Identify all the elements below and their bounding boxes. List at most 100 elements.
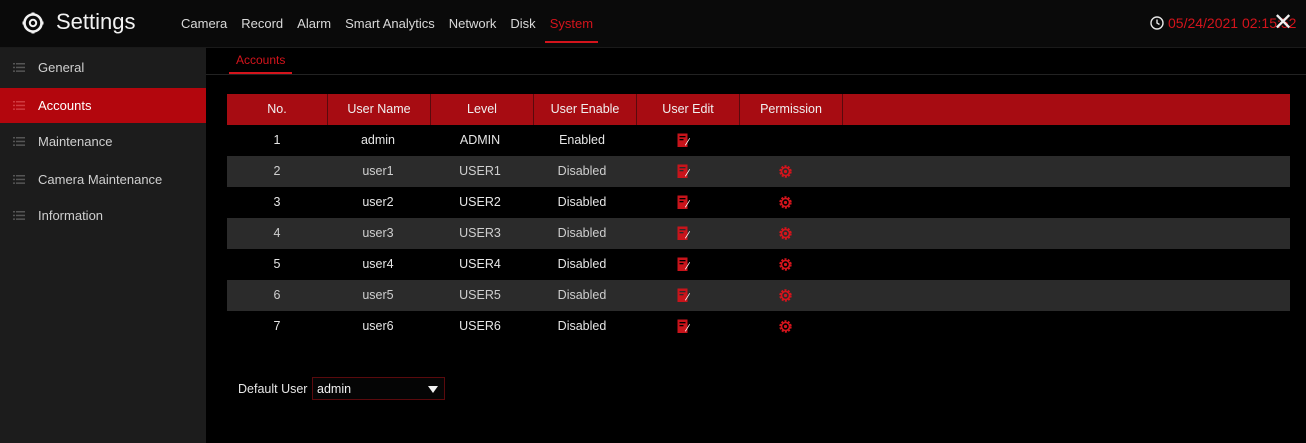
cell-permission (735, 187, 837, 218)
tab-network[interactable]: Network (442, 0, 504, 47)
subtab-bar: Accounts (206, 48, 1306, 75)
sidebar-item-label: Maintenance (38, 134, 113, 149)
cell-user-name: admin (360, 133, 396, 147)
cell-no: 5 (273, 257, 281, 271)
cell-user-name: user1 (362, 164, 394, 178)
top-bar: Settings Camera Record Alarm Smart Analy… (0, 0, 1306, 48)
edit-icon[interactable] (677, 257, 690, 272)
gear-icon[interactable] (778, 319, 793, 334)
cell-level: USER2 (459, 195, 501, 209)
column-header-user-name: User Name (328, 94, 431, 125)
column-header-level: Level (431, 94, 534, 125)
cell-user-name: user4 (362, 257, 394, 271)
sidebar-item-accounts[interactable]: Accounts (0, 88, 206, 123)
cell-user-edit (633, 156, 735, 187)
sidebar-item-label: Information (38, 208, 104, 223)
cell-permission (735, 249, 837, 280)
cell-user-edit (633, 187, 735, 218)
accounts-table: No. User Name Level User Enable User Edi… (227, 94, 1290, 342)
cell-user-edit (633, 280, 735, 311)
clock-icon (1150, 16, 1164, 30)
cell-level: USER6 (459, 319, 501, 333)
tab-smart-analytics[interactable]: Smart Analytics (338, 0, 442, 47)
table-row[interactable]: 6 user5 USER5 Disabled (227, 280, 1290, 311)
table-row[interactable]: 3 user2 USER2 Disabled (227, 187, 1290, 218)
column-header-filler (843, 94, 1290, 125)
cell-no: 3 (273, 195, 281, 209)
subtab-accounts[interactable]: Accounts (229, 48, 293, 74)
tab-disk[interactable]: Disk (503, 0, 542, 47)
edit-icon[interactable] (677, 164, 690, 179)
cell-permission (735, 156, 837, 187)
dropdown-arrow-icon (428, 386, 438, 393)
edit-icon[interactable] (677, 195, 690, 210)
sidebar: General Accounts Maintenance Camera Main… (0, 48, 206, 443)
cell-no: 6 (273, 288, 281, 302)
settings-gear-icon (22, 12, 44, 34)
cell-level: USER4 (459, 257, 501, 271)
cell-no: 1 (273, 133, 281, 147)
sidebar-item-label: General (38, 60, 85, 75)
cell-user-enable: Disabled (557, 319, 607, 333)
cell-user-name: user6 (362, 319, 394, 333)
cell-level: USER1 (459, 164, 501, 178)
sidebar-item-general[interactable]: General (0, 50, 206, 85)
cell-user-edit (633, 311, 735, 342)
cell-level: USER3 (459, 226, 501, 240)
table-row[interactable]: 4 user3 USER3 Disabled (227, 218, 1290, 249)
gear-icon[interactable] (778, 195, 793, 210)
list-icon (13, 137, 25, 146)
gear-icon[interactable] (778, 288, 793, 303)
edit-icon[interactable] (677, 133, 690, 148)
cell-user-enable: Disabled (557, 164, 607, 178)
edit-icon[interactable] (677, 226, 690, 241)
tab-system[interactable]: System (543, 0, 600, 47)
list-icon (13, 63, 25, 72)
cell-no: 2 (273, 164, 281, 178)
column-header-user-enable: User Enable (534, 94, 637, 125)
list-icon (13, 211, 25, 220)
cell-user-enable: Disabled (557, 257, 607, 271)
sidebar-item-label: Camera Maintenance (38, 172, 163, 187)
cell-user-name: user3 (362, 226, 394, 240)
column-header-user-edit: User Edit (637, 94, 740, 125)
cell-permission (735, 125, 837, 156)
table-row[interactable]: 2 user1 USER1 Disabled (227, 156, 1290, 187)
main-nav: Camera Record Alarm Smart Analytics Netw… (174, 0, 600, 47)
table-row[interactable]: 7 user6 USER6 Disabled (227, 311, 1290, 342)
cell-no: 7 (273, 319, 281, 333)
app-title: Settings (56, 9, 136, 34)
sidebar-item-camera-maintenance[interactable]: Camera Maintenance (0, 162, 206, 197)
tab-alarm[interactable]: Alarm (290, 0, 338, 47)
column-header-permission: Permission (740, 94, 843, 125)
cell-permission (735, 311, 837, 342)
cell-user-enable: Disabled (557, 288, 607, 302)
close-button[interactable]: ✕ (1270, 9, 1296, 37)
gear-icon[interactable] (778, 257, 793, 272)
cell-user-enable: Disabled (557, 226, 607, 240)
tab-record[interactable]: Record (234, 0, 290, 47)
cell-user-edit (633, 125, 735, 156)
tab-camera[interactable]: Camera (174, 0, 234, 47)
table-row[interactable]: 1 admin ADMIN Enabled (227, 125, 1290, 156)
list-icon (13, 175, 25, 184)
gear-icon[interactable] (778, 164, 793, 179)
edit-icon[interactable] (677, 319, 690, 334)
main-content: Accounts No. User Name Level User Enable… (206, 48, 1306, 443)
column-header-no: No. (227, 94, 328, 125)
gear-icon[interactable] (778, 226, 793, 241)
default-user-select[interactable]: admin (312, 377, 445, 400)
cell-user-enable: Disabled (557, 195, 607, 209)
sidebar-item-label: Accounts (38, 98, 92, 113)
cell-user-name: user2 (362, 195, 394, 209)
cell-user-edit (633, 218, 735, 249)
sidebar-item-information[interactable]: Information (0, 198, 206, 233)
table-row[interactable]: 5 user4 USER4 Disabled (227, 249, 1290, 280)
cell-user-name: user5 (362, 288, 394, 302)
edit-icon[interactable] (677, 288, 690, 303)
table-header: No. User Name Level User Enable User Edi… (227, 94, 1290, 125)
sidebar-item-maintenance[interactable]: Maintenance (0, 124, 206, 159)
cell-user-edit (633, 249, 735, 280)
cell-user-enable: Enabled (559, 133, 605, 147)
cell-level: ADMIN (459, 133, 501, 147)
